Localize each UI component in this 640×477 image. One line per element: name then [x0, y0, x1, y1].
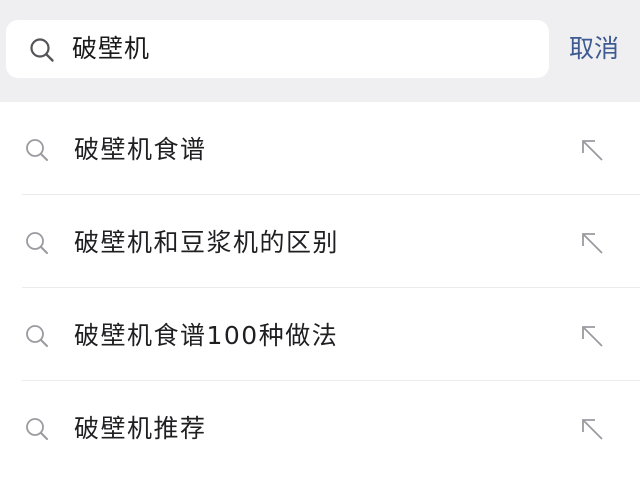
- search-icon: [26, 232, 48, 254]
- cancel-button[interactable]: 取消: [569, 20, 631, 78]
- search-header: 破壁机 取消: [0, 0, 640, 102]
- search-icon: [26, 139, 48, 161]
- search-box[interactable]: 破壁机: [6, 20, 549, 78]
- suggestion-label: 破壁机和豆浆机的区别: [74, 228, 340, 257]
- arrow-up-left-icon[interactable]: [578, 229, 606, 257]
- suggestion-item[interactable]: 破壁机和豆浆机的区别: [0, 195, 640, 288]
- search-icon: [26, 418, 48, 440]
- suggestion-item[interactable]: 破壁机食谱: [0, 102, 640, 195]
- arrow-up-left-icon[interactable]: [578, 415, 606, 443]
- suggestion-label: 破壁机推荐: [74, 414, 207, 443]
- search-input[interactable]: 破壁机: [72, 20, 150, 78]
- suggestion-item[interactable]: 破壁机食谱100种做法: [0, 288, 640, 381]
- suggestion-label: 破壁机食谱: [74, 135, 207, 164]
- suggestion-label: 破壁机食谱100种做法: [74, 321, 339, 350]
- arrow-up-left-icon[interactable]: [578, 136, 606, 164]
- suggestion-list: 破壁机食谱 破壁机和豆浆机的区别 破壁机食谱100种做法 破壁机推荐: [0, 102, 640, 474]
- search-icon: [26, 325, 48, 347]
- search-icon: [30, 38, 54, 62]
- arrow-up-left-icon[interactable]: [578, 322, 606, 350]
- suggestion-item[interactable]: 破壁机推荐: [0, 381, 640, 474]
